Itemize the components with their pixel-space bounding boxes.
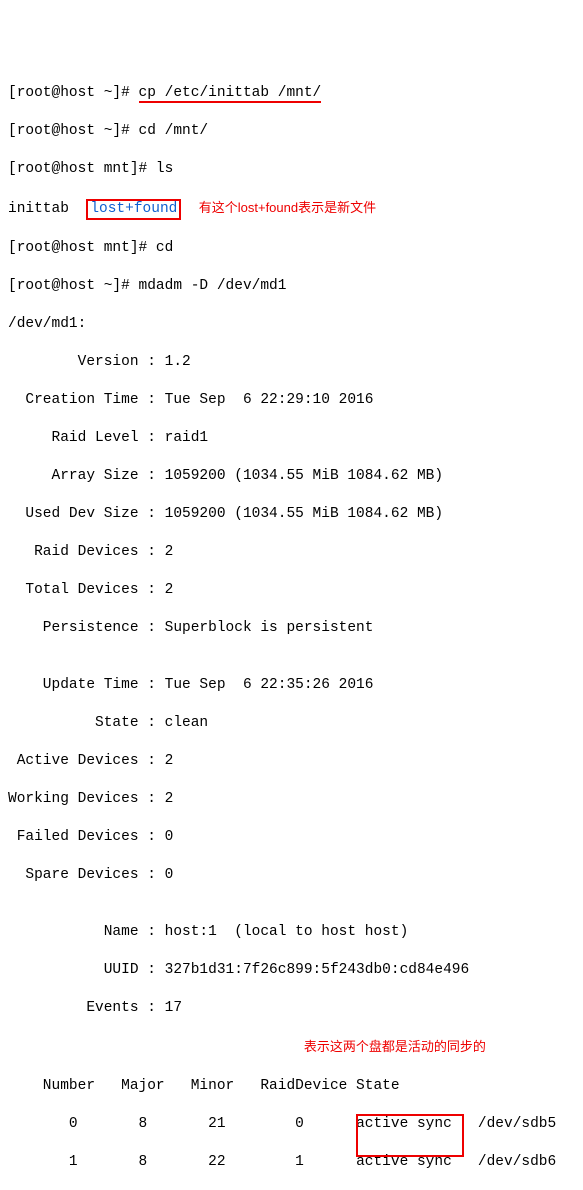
mdadm-update-time: Update Time : Tue Sep 6 22:35:26 2016 [8, 676, 575, 695]
mdadm-version: Version : 1.2 [8, 353, 575, 372]
term-line-2: [root@host ~]# cd /mnt/ [8, 122, 575, 141]
annotation-sync: 表示这两个盘都是活动的同步的 [304, 1039, 486, 1054]
cmd-cp: cp /etc/inittab /mnt/ [139, 85, 322, 103]
mdadm-working-devices: Working Devices : 2 [8, 790, 575, 809]
mdadm-total-devices: Total Devices : 2 [8, 581, 575, 600]
mdadm-events: Events : 17 [8, 999, 575, 1018]
device-table-header: Number Major Minor RaidDevice State [8, 1077, 575, 1096]
mdadm-creation-time: Creation Time : Tue Sep 6 22:29:10 2016 [8, 391, 575, 410]
row0-state: active sync [356, 1116, 452, 1132]
ls-out-lostfound: lost+found [86, 199, 181, 220]
mdadm-used-dev-size: Used Dev Size : 1059200 (1034.55 MiB 108… [8, 505, 575, 524]
term-line-7: /dev/md1: [8, 315, 575, 334]
row1-state: active sync [356, 1154, 452, 1170]
term-line-3: [root@host mnt]# ls [8, 160, 575, 179]
mdadm-failed-devices: Failed Devices : 0 [8, 828, 575, 847]
device-row-1: 1 8 22 1 active sync /dev/sdb6 [8, 1153, 575, 1172]
annotation-line: 表示这两个盘都是活动的同步的 [8, 1037, 575, 1058]
term-line-5: [root@host mnt]# cd [8, 239, 575, 258]
device-row-0: 0 8 21 0 active sync /dev/sdb5 [8, 1115, 575, 1134]
mdadm-persistence: Persistence : Superblock is persistent [8, 619, 575, 638]
prompt: [root@host ~]# [8, 85, 139, 101]
term-line-6: [root@host ~]# mdadm -D /dev/md1 [8, 277, 575, 296]
term-line-1: [root@host ~]# cp /etc/inittab /mnt/ [8, 84, 575, 103]
mdadm-name: Name : host:1 (local to host host) [8, 923, 575, 942]
row1-prefix: 1 8 22 1 [8, 1154, 356, 1170]
row0-dev: /dev/sdb5 [452, 1116, 556, 1132]
mdadm-uuid: UUID : 327b1d31:7f26c899:5f243db0:cd84e4… [8, 961, 575, 980]
row1-dev: /dev/sdb6 [452, 1154, 556, 1170]
mdadm-spare-devices: Spare Devices : 0 [8, 866, 575, 885]
term-line-4: inittab lost+found 有这个lost+found表示是新文件 [8, 198, 575, 220]
row0-prefix: 0 8 21 0 [8, 1116, 356, 1132]
ls-out-inittab: inittab [8, 201, 86, 217]
mdadm-active-devices: Active Devices : 2 [8, 752, 575, 771]
mdadm-state: State : clean [8, 714, 575, 733]
mdadm-raid-level: Raid Level : raid1 [8, 429, 575, 448]
annotation-lostfound: 有这个lost+found表示是新文件 [199, 200, 376, 215]
mdadm-raid-devices: Raid Devices : 2 [8, 543, 575, 562]
mdadm-array-size: Array Size : 1059200 (1034.55 MiB 1084.6… [8, 467, 575, 486]
